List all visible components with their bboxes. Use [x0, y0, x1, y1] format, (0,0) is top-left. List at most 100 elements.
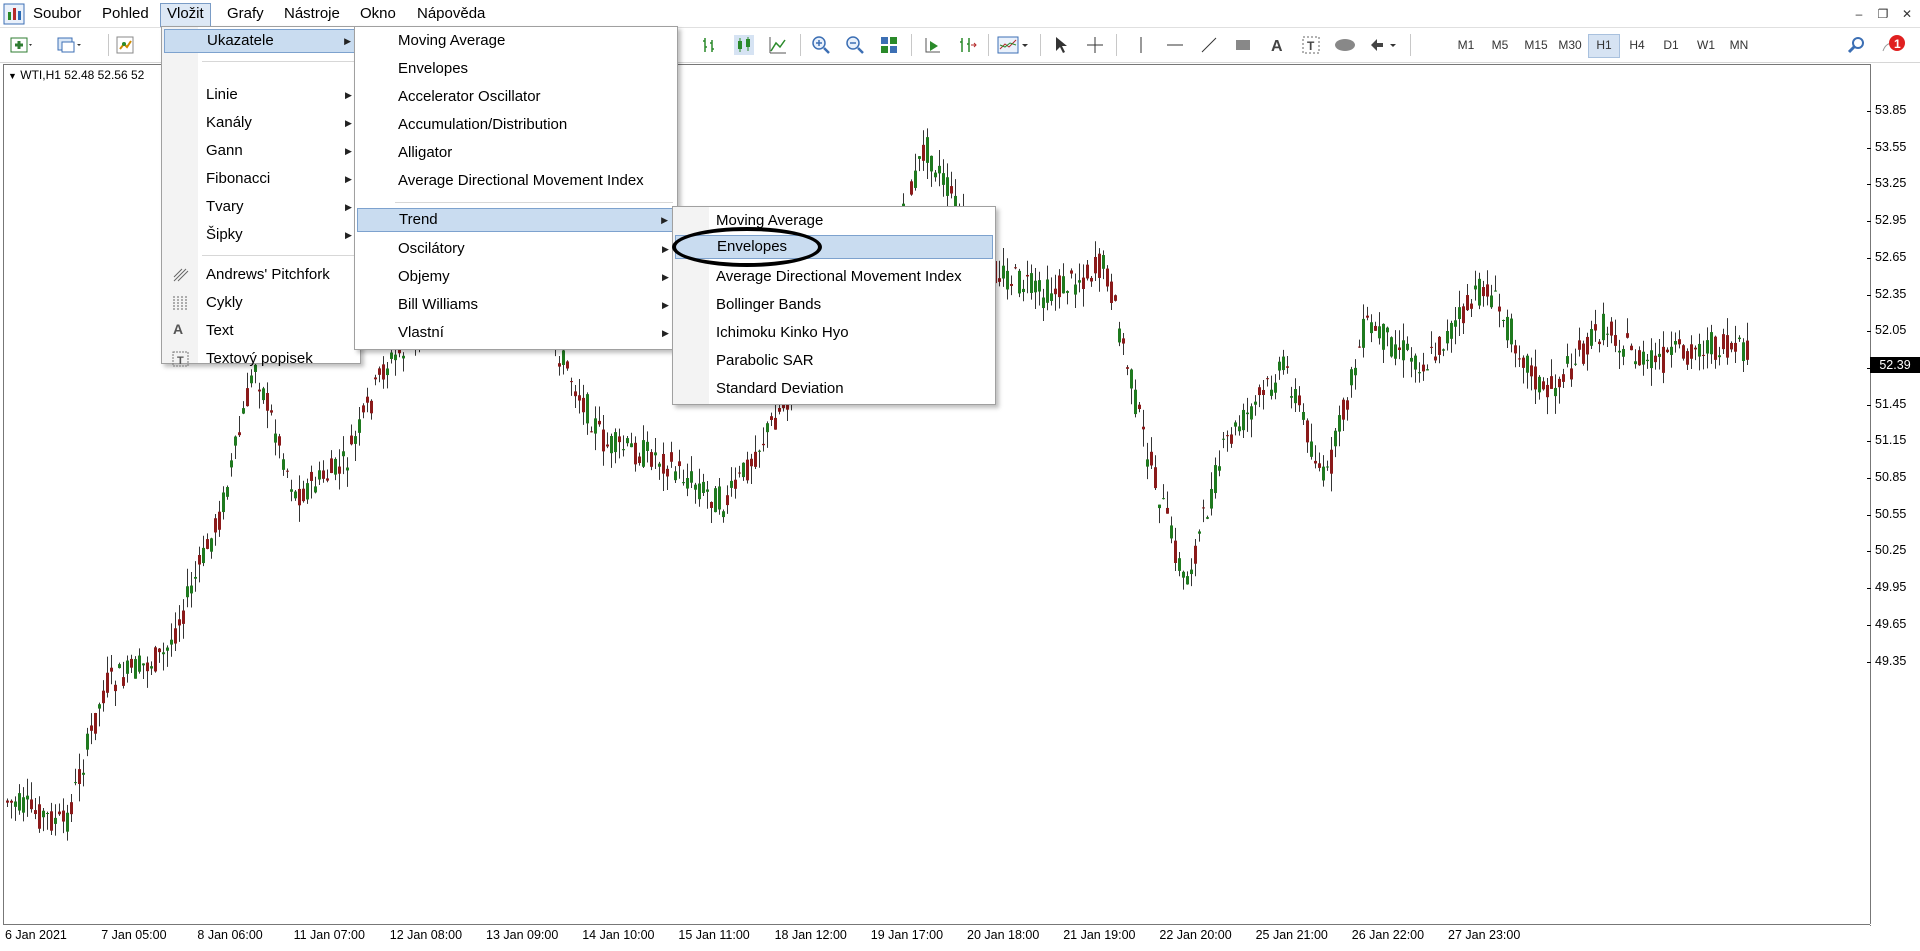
- indicator-accelerator-oscillator[interactable]: Accelerator Oscillator: [398, 85, 541, 109]
- indicators-list-icon[interactable]: [996, 33, 1032, 57]
- candle-body: [1634, 361, 1637, 365]
- insert-menu-sipky[interactable]: Šipky: [206, 223, 243, 247]
- insert-menu-andrews-pitchfork[interactable]: Andrews' Pitchfork: [206, 263, 330, 287]
- insert-menu-cykly[interactable]: Cykly: [206, 291, 243, 315]
- tf-m1[interactable]: M1: [1451, 34, 1481, 56]
- menu-vlozit[interactable]: Vložit: [160, 3, 211, 27]
- candle-body: [1402, 340, 1405, 361]
- insert-menu-text[interactable]: Text: [206, 319, 234, 343]
- menu-grafy[interactable]: Grafy: [221, 3, 270, 25]
- candle-body: [1186, 576, 1189, 585]
- menu-okno[interactable]: Okno: [354, 3, 402, 25]
- candlestick-icon[interactable]: [731, 33, 757, 57]
- tf-m5[interactable]: M5: [1485, 34, 1515, 56]
- new-chart-icon[interactable]: [8, 33, 34, 57]
- insert-menu-gann[interactable]: Gann: [206, 139, 243, 163]
- tf-h1[interactable]: H1: [1588, 34, 1620, 58]
- indicators-menu-vlastni[interactable]: Vlastní: [398, 321, 444, 345]
- time-tick: 19 Jan 17:00: [870, 928, 944, 942]
- tf-m30[interactable]: M30: [1553, 34, 1587, 56]
- crosshair-icon[interactable]: [1082, 33, 1108, 57]
- search-icon[interactable]: [1844, 33, 1870, 57]
- insert-menu-kanaly[interactable]: Kanály: [206, 111, 252, 135]
- arrows-icon[interactable]: [1366, 33, 1402, 57]
- indicators-menu-objemy[interactable]: Objemy: [398, 265, 450, 289]
- candle-body: [1074, 284, 1077, 295]
- candle-body: [122, 677, 125, 686]
- zoom-out-icon[interactable]: [842, 33, 868, 57]
- indicator-alligator[interactable]: Alligator: [398, 141, 452, 165]
- trend-bollinger-bands[interactable]: Bollinger Bands: [716, 293, 821, 317]
- candle-body: [1098, 253, 1101, 278]
- candle-body: [1586, 336, 1589, 355]
- candle-body: [714, 488, 717, 513]
- text-label-icon[interactable]: T: [1298, 33, 1324, 57]
- restore-button[interactable]: ❐: [1872, 4, 1894, 24]
- candle-body: [1094, 256, 1097, 274]
- cursor-icon[interactable]: [1048, 33, 1074, 57]
- annotation-ellipse: [672, 227, 822, 267]
- tf-h4[interactable]: H4: [1622, 34, 1652, 56]
- close-button[interactable]: ✕: [1896, 4, 1918, 24]
- candle-body: [594, 418, 597, 434]
- candle-body: [1358, 346, 1361, 348]
- trend-parabolic-sar[interactable]: Parabolic SAR: [716, 349, 814, 373]
- insert-menu-linie[interactable]: Linie: [206, 83, 238, 107]
- profiles-icon[interactable]: [56, 33, 82, 57]
- candle-body: [1398, 347, 1401, 351]
- indicator-accumulation-distribution[interactable]: Accumulation/Distribution: [398, 113, 567, 137]
- app-icon[interactable]: [3, 3, 25, 25]
- insert-menu-textovy-popisek[interactable]: Textový popisek: [206, 347, 313, 371]
- candle-body: [1050, 293, 1053, 301]
- ellipse-icon[interactable]: [1332, 33, 1358, 57]
- horizontal-line-icon[interactable]: [1162, 33, 1188, 57]
- indicators-menu-oscilatory[interactable]: Oscilátory: [398, 237, 465, 261]
- trendline-icon[interactable]: [1196, 33, 1222, 57]
- text-tool-icon[interactable]: A: [1264, 33, 1290, 57]
- candle-body: [1482, 287, 1485, 297]
- candle-body: [34, 810, 37, 815]
- candle-body: [1118, 328, 1121, 343]
- indicator-envelopes[interactable]: Envelopes: [398, 57, 468, 81]
- indicators-menu-bill-williams[interactable]: Bill Williams: [398, 293, 478, 317]
- indicator-average-directional-movement-index[interactable]: Average Directional Movement Index: [398, 169, 644, 193]
- menu-soubor[interactable]: Soubor: [27, 3, 87, 25]
- menu-pohled[interactable]: Pohled: [96, 3, 155, 25]
- candle-body: [1602, 313, 1605, 341]
- chart-menu-arrow-icon[interactable]: ▼: [8, 71, 17, 81]
- candle-body: [118, 664, 121, 669]
- notifications-icon[interactable]: 1: [1880, 33, 1906, 57]
- indicators-menu-trend[interactable]: Trend ▶: [357, 208, 675, 232]
- rectangle-icon[interactable]: [1230, 33, 1256, 57]
- insert-menu-ukazatele[interactable]: Ukazatele ▶: [164, 29, 358, 53]
- tile-windows-icon[interactable]: [876, 33, 902, 57]
- candle-body: [166, 647, 169, 651]
- zoom-in-icon[interactable]: [808, 33, 834, 57]
- menu-nastroje[interactable]: Nástroje: [278, 3, 346, 25]
- tf-m15[interactable]: M15: [1519, 34, 1553, 56]
- tf-d1[interactable]: D1: [1656, 34, 1686, 56]
- insert-menu-fibonacci[interactable]: Fibonacci: [206, 167, 270, 191]
- candle-body: [646, 441, 649, 451]
- insert-menu-tvary[interactable]: Tvary: [206, 195, 244, 219]
- menu-napoveda[interactable]: Nápověda: [411, 3, 491, 25]
- vertical-line-icon[interactable]: [1128, 33, 1154, 57]
- trend-ichimoku-kinko-hyo[interactable]: Ichimoku Kinko Hyo: [716, 321, 849, 345]
- pitchfork-icon: [172, 267, 190, 286]
- candle-body: [106, 672, 109, 693]
- time-tick: 25 Jan 21:00: [1255, 928, 1328, 942]
- bar-chart-icon[interactable]: [697, 33, 723, 57]
- autoscroll-icon[interactable]: [920, 33, 946, 57]
- candle-body: [1626, 333, 1629, 338]
- candle-body: [238, 432, 241, 436]
- trend-average-directional-movement-index[interactable]: Average Directional Movement Index: [716, 265, 962, 289]
- chart-shift-icon[interactable]: [954, 33, 980, 57]
- trend-standard-deviation[interactable]: Standard Deviation: [716, 377, 844, 401]
- tf-w1[interactable]: W1: [1691, 34, 1721, 56]
- tf-mn[interactable]: MN: [1724, 34, 1754, 56]
- line-chart-icon[interactable]: [765, 33, 791, 57]
- market-watch-icon[interactable]: [112, 33, 138, 57]
- minimize-button[interactable]: –: [1848, 4, 1870, 24]
- candle-body: [1418, 372, 1421, 374]
- indicator-moving-average[interactable]: Moving Average: [398, 29, 505, 53]
